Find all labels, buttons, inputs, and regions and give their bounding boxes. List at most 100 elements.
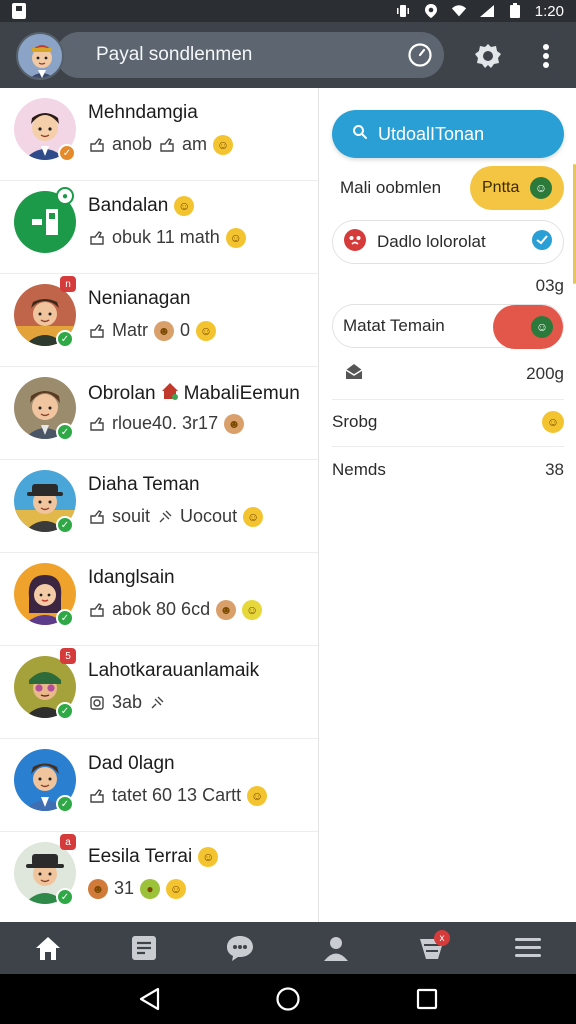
face-icon: ☺	[530, 177, 552, 199]
chat-preview: souit Uocout ☺	[88, 506, 264, 527]
notifications-icon[interactable]: x	[412, 928, 452, 968]
verified-icon	[531, 229, 553, 256]
preview-text: 3ab	[112, 692, 143, 712]
notification-badge: n	[60, 276, 76, 292]
divider	[332, 446, 564, 447]
status-badge: ✓	[58, 144, 76, 162]
chat-preview: abok 80 6cd ☻ ☺	[88, 599, 263, 620]
recents-icon[interactable]	[407, 979, 447, 1019]
search-icon	[352, 124, 368, 145]
share-icon	[158, 136, 176, 154]
status-badge: ✓	[56, 330, 74, 348]
chat-item[interactable]: 5 ✓ Lahotkarauanlamaik 3ab	[0, 646, 318, 739]
add-friend-label: UtdoalITonan	[378, 123, 485, 144]
chat-name: Obrolan MabaliEemun	[88, 381, 300, 407]
share-icon	[88, 787, 106, 805]
more-icon[interactable]	[530, 40, 562, 72]
battery-icon	[507, 3, 523, 19]
chat-name-text: Bandalan	[88, 195, 169, 216]
wifi-icon	[451, 3, 467, 19]
person-emoji-icon: ☻	[88, 878, 108, 899]
settings-icon[interactable]	[472, 40, 504, 72]
emoji-icon: ☺	[225, 227, 246, 248]
chat-item[interactable]: ✓ Idanglsain abok 80 6cd ☻ ☺	[0, 553, 318, 646]
panel-row-5[interactable]: Nemds 38	[332, 448, 564, 492]
emoji-icon: ☺	[166, 878, 187, 899]
profile-avatar[interactable]	[16, 32, 64, 80]
preview-text: obuk 11 math	[112, 227, 220, 247]
share-icon	[88, 229, 106, 247]
chip-label: Pntta	[482, 179, 520, 196]
row-value: 03g	[535, 276, 564, 295]
emoji-icon: ☺	[196, 320, 217, 341]
chat-item[interactable]: ✓ Obrolan MabaliEemun rloue40. 3r17 ☻	[0, 367, 318, 460]
preview-text: 31	[114, 878, 135, 898]
row-label: Nemds	[332, 460, 386, 479]
row-value: 200g	[526, 364, 564, 383]
row-label: Dadlo lolorolat	[377, 232, 486, 251]
share-icon	[88, 508, 106, 526]
chat-item[interactable]: a ✓ Eesila Terrai ☺ ☻ 31 ● ☺	[0, 832, 318, 922]
clock-icon[interactable]	[406, 41, 434, 69]
person-emoji-icon: ☻	[154, 320, 174, 341]
mail-icon	[344, 362, 364, 387]
pin-icon	[148, 694, 166, 712]
preview-text: anob	[112, 134, 153, 154]
panel-row-value-1: 03g	[332, 264, 564, 308]
status-bar: 1:20	[0, 0, 576, 22]
row-label: Srobg	[332, 412, 378, 431]
chat-name: Lahotkarauanlamaik	[88, 660, 260, 681]
home-circle-icon[interactable]	[268, 979, 308, 1019]
emoji-icon: ☺	[213, 134, 234, 155]
chat-name: Nenianagan	[88, 288, 191, 309]
add-friend-button[interactable]: UtdoalITonan	[332, 110, 564, 158]
status-time: 1:20	[534, 2, 564, 20]
status-left	[12, 3, 26, 19]
emoji-icon: ☺	[243, 506, 264, 527]
panel-row-1[interactable]: Mali oobmlen Pntta ☺	[332, 166, 564, 210]
chat-item[interactable]: ✓ Dad 0lagn tatet 60 13 Cartt ☺	[0, 739, 318, 832]
home-icon[interactable]	[28, 928, 68, 968]
status-right: 1:20	[395, 3, 564, 20]
signal-icon	[479, 3, 495, 19]
vibrate-icon	[395, 3, 411, 19]
share-icon	[88, 136, 106, 154]
preview-text: rloue40. 3r17	[112, 413, 219, 433]
media-icon	[88, 694, 106, 712]
chat-item[interactable]: n ✓ Nenianagan Matr ☻ 0 ☺	[0, 274, 318, 367]
house-icon	[160, 381, 180, 407]
preview-text-2: am	[182, 134, 208, 154]
chat-name: Bandalan ☺	[88, 195, 195, 217]
pin-icon	[156, 508, 174, 526]
status-badge: ✓	[56, 609, 74, 627]
person-emoji-icon: ☻	[224, 413, 245, 434]
chat-name: Eesila Terrai ☺	[88, 846, 219, 868]
search-bar[interactable]: Payal sondlenmen	[56, 32, 444, 78]
profile-icon[interactable]	[316, 928, 356, 968]
emoji-icon: ☺	[542, 411, 564, 433]
chat-name: Dad 0lagn	[88, 753, 175, 774]
emoji-icon: ☺	[198, 847, 219, 867]
chat-name-text-2: MabaliEemun	[183, 383, 300, 404]
preview-text: tatet 60 13 Cartt	[112, 785, 242, 805]
preview-text: souit	[112, 506, 151, 526]
search-text: Payal sondlenmen	[96, 44, 253, 65]
status-badge: ●	[56, 187, 74, 205]
chat-item[interactable]: ✓ Diaha Teman souit Uocout ☺	[0, 460, 318, 553]
chat-icon[interactable]	[220, 928, 260, 968]
news-icon[interactable]	[124, 928, 164, 968]
location-icon	[423, 3, 439, 19]
share-icon	[88, 601, 106, 619]
status-chip-yellow[interactable]: Pntta ☺	[470, 166, 564, 210]
back-icon[interactable]	[129, 979, 169, 1019]
status-chip-red[interactable]: ☺	[493, 305, 563, 349]
menu-icon[interactable]	[508, 928, 548, 968]
panel-row-3[interactable]: Matat Temain ☺	[332, 304, 564, 349]
panel-row-4[interactable]: Srobg ☺	[332, 400, 564, 444]
notification-badge: a	[60, 834, 76, 850]
chat-item[interactable]: ✓ Mehndamgia anob am ☺	[0, 88, 318, 181]
chat-name: Mehndamgia	[88, 102, 198, 123]
panel-row-2[interactable]: Dadlo lolorolat	[332, 220, 564, 264]
system-nav-bar	[0, 974, 576, 1024]
chat-item[interactable]: ● Bandalan ☺ obuk 11 math ☺	[0, 181, 318, 274]
